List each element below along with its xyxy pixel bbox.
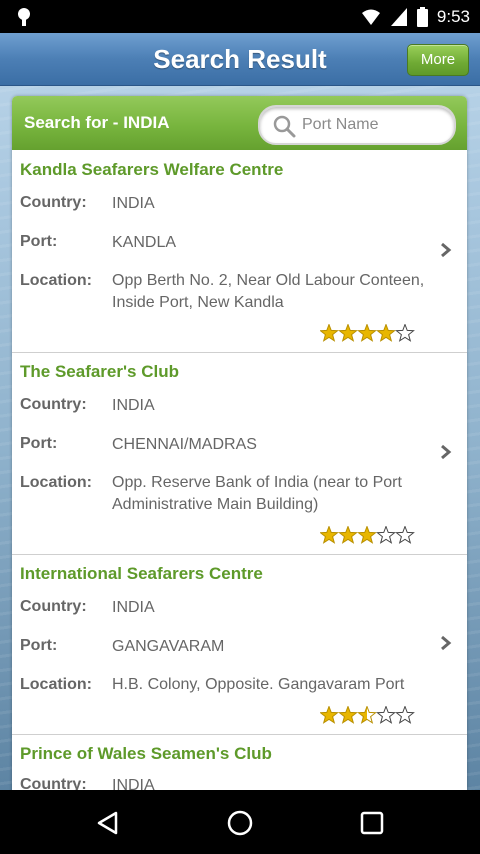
chevron-right-icon[interactable] xyxy=(438,444,454,460)
result-name: Kandla Seafarers Welfare Centre xyxy=(20,160,284,179)
chevron-right-icon[interactable] xyxy=(438,635,454,651)
result-item[interactable]: The Seafarer's Club Country: INDIA Port:… xyxy=(12,352,467,555)
result-name: International Seafarers Centre xyxy=(20,564,263,583)
rating-stars xyxy=(320,706,415,724)
star-outline-icon xyxy=(395,526,415,544)
result-item[interactable]: Kandla Seafarers Welfare Centre Country:… xyxy=(12,150,467,353)
port-label: Port: xyxy=(20,233,58,250)
status-time: 9:53 xyxy=(436,7,470,26)
country-label: Country: xyxy=(20,194,87,211)
location-value: H.B. Colony, Opposite. Gangavaram Port xyxy=(112,676,405,693)
notification-icon xyxy=(18,8,30,26)
country-value: INDIA xyxy=(112,777,155,790)
country-label: Country: xyxy=(20,396,87,413)
status-bar: 9:53 xyxy=(0,0,480,33)
chevron-right-icon[interactable] xyxy=(438,242,454,258)
navigation-bar xyxy=(0,790,480,854)
country-value: INDIA xyxy=(112,397,155,414)
home-icon[interactable] xyxy=(226,809,254,837)
star-outline-icon xyxy=(376,706,396,724)
search-for-label: Search for - INDIA xyxy=(24,113,170,132)
search-icon xyxy=(273,115,296,138)
port-label: Port: xyxy=(20,637,58,654)
more-button[interactable]: More xyxy=(407,44,469,76)
wifi-icon xyxy=(361,9,380,25)
app-content: Search Result More Search for - INDIA Ka… xyxy=(0,33,480,790)
search-bar: Search for - INDIA xyxy=(12,96,467,150)
country-value: INDIA xyxy=(112,599,155,616)
country-label: Country: xyxy=(20,776,87,790)
port-name-input[interactable] xyxy=(300,111,444,139)
location-label: Location: xyxy=(20,272,92,289)
result-name: Prince of Wales Seamen's Club xyxy=(20,744,272,763)
location-label: Location: xyxy=(20,474,92,491)
location-value: Opp Berth No. 2, Near Old Labour Conteen… xyxy=(112,272,425,311)
rating-stars xyxy=(320,526,415,544)
location-label: Location: xyxy=(20,676,92,693)
header-bar: Search Result More xyxy=(0,33,480,86)
star-outline-icon xyxy=(395,706,415,724)
result-item[interactable]: International Seafarers Centre Country: … xyxy=(12,554,467,735)
back-icon[interactable] xyxy=(94,810,122,836)
port-value: GANGAVARAM xyxy=(112,638,225,655)
rating-stars xyxy=(320,324,415,342)
battery-icon xyxy=(416,7,428,27)
star-outline-icon xyxy=(376,526,396,544)
result-item[interactable]: Prince of Wales Seamen's Club Country: I… xyxy=(12,734,467,790)
location-value: Opp. Reserve Bank of India (near to Port… xyxy=(112,474,402,513)
country-value: INDIA xyxy=(112,195,155,212)
results-panel: Search for - INDIA Kandla Seafarers Welf… xyxy=(12,96,467,790)
port-value: CHENNAI/MADRAS xyxy=(112,436,257,453)
result-name: The Seafarer's Club xyxy=(20,362,179,381)
signal-icon xyxy=(390,8,407,26)
star-outline-icon xyxy=(395,324,415,342)
search-field[interactable] xyxy=(258,105,456,145)
port-label: Port: xyxy=(20,435,58,452)
country-label: Country: xyxy=(20,598,87,615)
port-value: KANDLA xyxy=(112,234,177,251)
recents-icon[interactable] xyxy=(360,811,384,835)
